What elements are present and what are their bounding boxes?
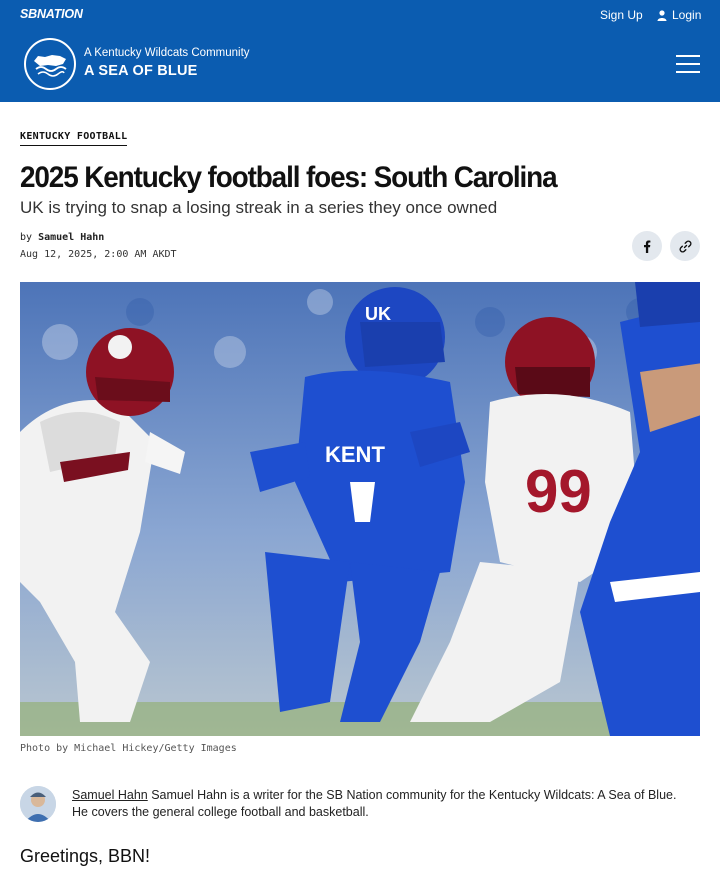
bio-author-link[interactable]: Samuel Hahn xyxy=(72,788,148,802)
user-icon xyxy=(657,9,667,21)
bio-description: Samuel Hahn is a writer for the SB Natio… xyxy=(72,788,677,819)
article-body-first-line: Greetings, BBN! xyxy=(20,846,151,866)
photo-caption: Photo by Michael Hickey/Getty Images xyxy=(20,743,237,754)
network-bar: SBNATION Sign Up Login xyxy=(0,0,720,30)
facebook-icon xyxy=(644,240,651,253)
login-label: Login xyxy=(672,8,702,22)
copy-link-button[interactable] xyxy=(670,231,700,261)
site-title[interactable]: A SEA OF BLUE xyxy=(84,63,198,79)
hero-image: UK KENT 99 xyxy=(20,282,700,736)
byline-prefix: by xyxy=(20,232,33,243)
login-link[interactable]: Login xyxy=(657,8,701,22)
facebook-share-button[interactable] xyxy=(632,231,662,261)
author-avatar[interactable] xyxy=(20,786,56,822)
sea-of-blue-logo-mark xyxy=(34,55,67,77)
author-bio: Samuel Hahn Samuel Hahn is a writer for … xyxy=(72,787,692,821)
author-link[interactable]: Samuel Hahn xyxy=(38,232,104,243)
article-headline: 2025 Kentucky football foes: South Carol… xyxy=(20,161,558,194)
svg-text:99: 99 xyxy=(525,458,592,525)
byline: by Samuel Hahn xyxy=(20,232,104,243)
category-link[interactable]: KENTUCKY FOOTBALL xyxy=(20,131,128,146)
svg-text:UK: UK xyxy=(365,304,391,324)
hamburger-menu-icon[interactable] xyxy=(676,55,700,74)
sign-up-link[interactable]: Sign Up xyxy=(600,8,643,22)
svg-text:KENT: KENT xyxy=(325,442,385,467)
community-subtitle: A Kentucky Wildcats Community xyxy=(84,47,250,59)
football-action-photo: UK KENT 99 xyxy=(20,282,700,736)
sea-of-blue-logo[interactable] xyxy=(24,38,76,90)
avatar-photo xyxy=(20,786,56,822)
sbnation-logo[interactable]: SBNATION xyxy=(20,7,83,21)
publish-date: Aug 12, 2025, 2:00 AM AKDT xyxy=(20,249,177,260)
site-header: SBNATION Sign Up Login A Kentucky Wildca… xyxy=(0,0,720,102)
article-dek: UK is trying to snap a losing streak in … xyxy=(20,198,498,217)
link-icon xyxy=(679,240,691,252)
